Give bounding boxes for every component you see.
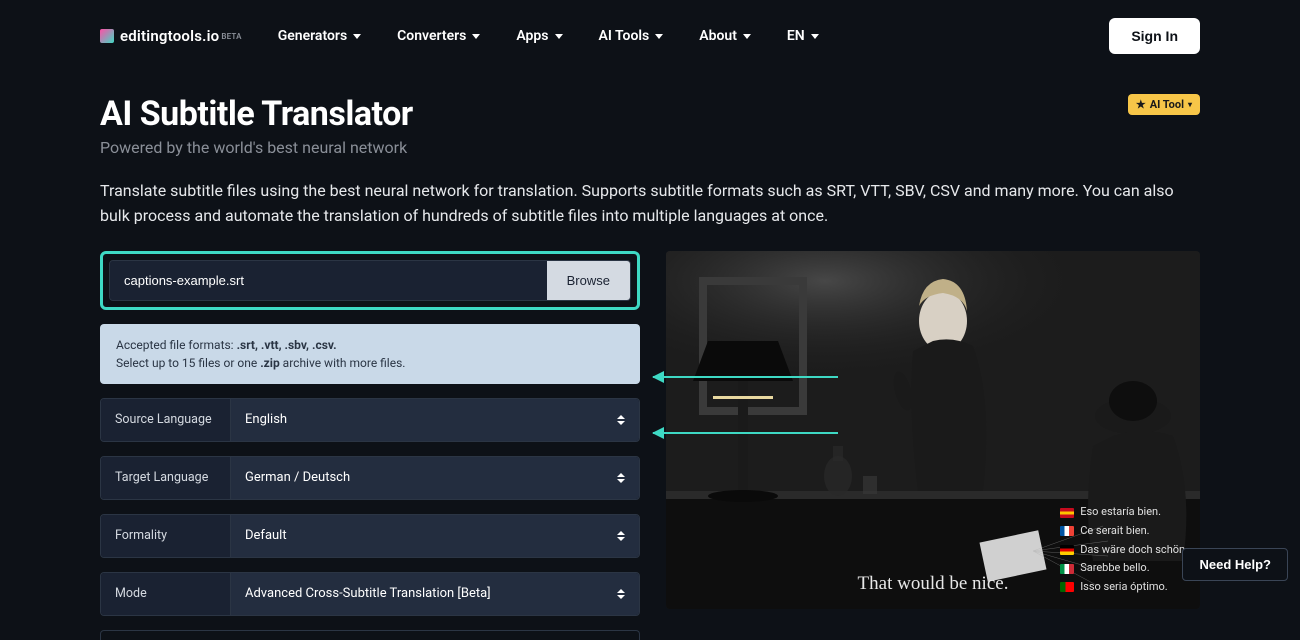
flag-fr-icon [1060, 526, 1074, 536]
source-language-select[interactable]: English [231, 399, 639, 441]
sort-icon [617, 473, 625, 483]
arrow-annotation [653, 432, 838, 434]
flag-it-icon [1060, 564, 1074, 574]
source-language-label: Source Language [101, 399, 231, 441]
nav-about[interactable]: About [699, 28, 751, 44]
chevron-down-icon [655, 34, 663, 39]
chevron-down-icon [472, 34, 480, 39]
mode-label: Mode [101, 573, 231, 615]
formality-select[interactable]: Default [231, 515, 639, 557]
flag-de-icon [1060, 545, 1074, 555]
demo-image: That would be nice. Eso estaría bien. Ce… [666, 251, 1200, 609]
logo-beta: BETA [221, 32, 241, 41]
chevron-down-icon [811, 34, 819, 39]
file-format-hint: Accepted file formats: .srt, .vtt, .sbv,… [100, 324, 640, 384]
nav-apps[interactable]: Apps [516, 28, 562, 44]
file-upload-area: Browse [100, 251, 640, 310]
chevron-down-icon [555, 34, 563, 39]
ai-tool-badge[interactable]: ★ AI Tool ▾ [1128, 94, 1200, 115]
nav-language[interactable]: EN [787, 28, 819, 44]
nav-aitools[interactable]: AI Tools [599, 28, 664, 44]
logo-text: editingtools.io [120, 27, 219, 45]
chevron-down-icon: ▾ [1188, 100, 1192, 109]
flag-pt-icon [1060, 582, 1074, 592]
browse-button[interactable]: Browse [547, 261, 630, 300]
target-language-select[interactable]: German / Deutsch [231, 457, 639, 499]
chevron-down-icon [743, 34, 751, 39]
sort-icon [617, 531, 625, 541]
arrow-annotation [653, 376, 838, 378]
mode-select[interactable]: Advanced Cross-Subtitle Translation [Bet… [231, 573, 639, 615]
page-subtitle: Powered by the world's best neural netwo… [100, 138, 413, 157]
description-text: Translate subtitle files using the best … [100, 179, 1200, 229]
flag-es-icon [1060, 508, 1074, 518]
file-input[interactable] [110, 261, 547, 300]
logo[interactable]: editingtools.io BETA [100, 27, 242, 45]
translations-overlay: Eso estaría bien. Ce serait bien. Das wä… [1060, 503, 1188, 596]
nav-converters[interactable]: Converters [397, 28, 480, 44]
formality-label: Formality [101, 515, 231, 557]
nav-generators[interactable]: Generators [278, 28, 361, 44]
signin-button[interactable]: Sign In [1109, 18, 1200, 54]
page-title: AI Subtitle Translator [100, 94, 413, 134]
star-icon: ★ [1136, 98, 1146, 111]
target-language-label: Target Language [101, 457, 231, 499]
chevron-down-icon [353, 34, 361, 39]
help-button[interactable]: Need Help? [1182, 548, 1288, 581]
sort-icon [617, 589, 625, 599]
logo-icon [100, 29, 114, 43]
caption-text: That would be nice. [858, 573, 1009, 595]
sort-icon [617, 415, 625, 425]
